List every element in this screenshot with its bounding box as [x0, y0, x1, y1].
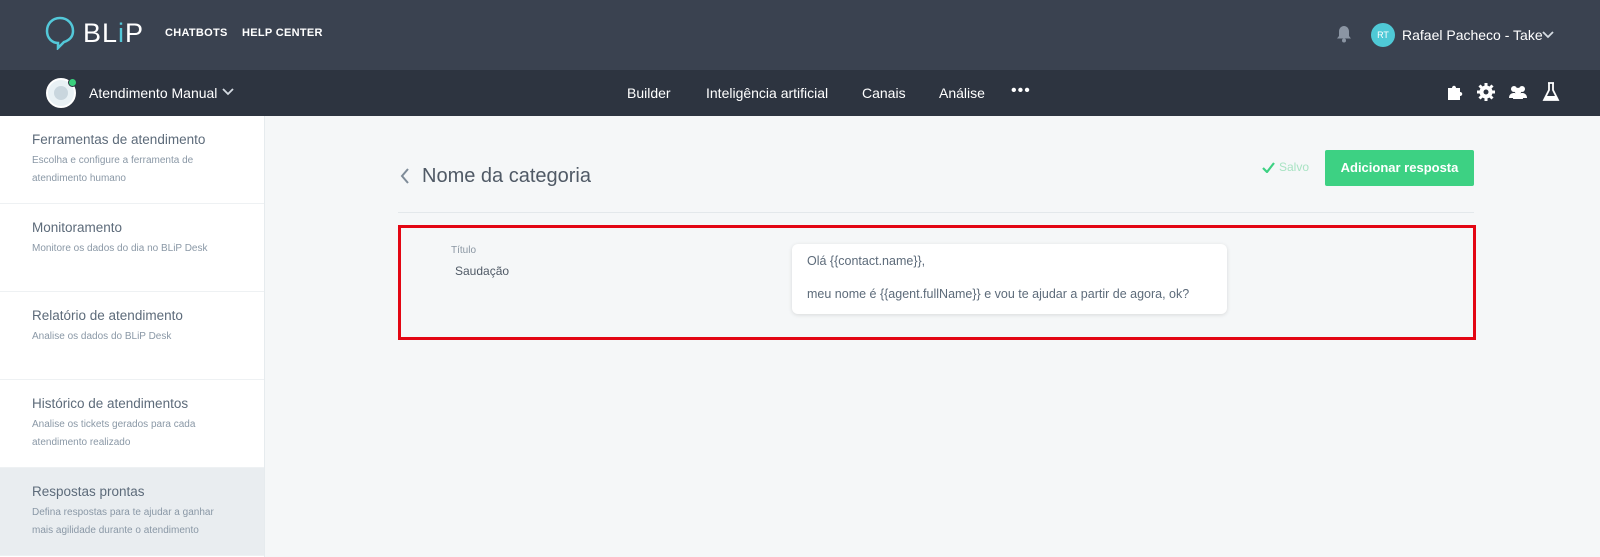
bot-name[interactable]: Atendimento Manual: [89, 85, 217, 101]
divider: [398, 212, 1474, 213]
sidebar-item-title: Respostas prontas: [32, 484, 145, 499]
sidebar-item-monitoramento[interactable]: Monitoramento Monitore os dados do dia n…: [0, 204, 264, 292]
saved-status: Salvo: [1262, 160, 1309, 174]
bell-icon[interactable]: [1336, 25, 1352, 43]
bot-nav-bar: Atendimento Manual Builder Inteligência …: [0, 70, 1600, 116]
nav-inteligencia-artificial[interactable]: Inteligência artificial: [706, 85, 828, 101]
title-field-label: Título: [451, 245, 477, 256]
nav-canais[interactable]: Canais: [862, 85, 906, 101]
sidebar-item-desc: Escolha e configure a ferramenta de aten…: [32, 155, 194, 184]
top-bar: BLiP CHATBOTS HELP CENTER RT Rafael Pach…: [0, 0, 1600, 70]
sidebar-item-desc: Analise os tickets gerados para cada ate…: [32, 419, 196, 448]
nav-builder[interactable]: Builder: [627, 85, 671, 101]
chevron-down-icon[interactable]: [1542, 31, 1554, 39]
sidebar-item-desc: Analise os dados do BLiP Desk: [32, 331, 172, 342]
blip-logo[interactable]: BLiP: [45, 16, 144, 50]
puzzle-icon[interactable]: [1444, 81, 1466, 103]
sidebar-item-title: Ferramentas de atendimento: [32, 132, 206, 147]
message-line-2: meu nome é {{agent.fullName}} e vou te a…: [807, 287, 1190, 301]
more-options-icon[interactable]: •••: [1011, 82, 1031, 100]
sidebar-item-title: Relatório de atendimento: [32, 308, 183, 323]
nav-analise[interactable]: Análise: [939, 85, 985, 101]
chatbots-link[interactable]: CHATBOTS: [165, 27, 228, 39]
page-title: Nome da categoria: [422, 165, 591, 187]
chevron-down-icon[interactable]: [222, 88, 234, 96]
help-center-link[interactable]: HELP CENTER: [242, 27, 323, 39]
user-avatar[interactable]: RT: [1371, 23, 1395, 47]
check-icon: [1262, 161, 1275, 173]
user-name[interactable]: Rafael Pacheco - Take: [1402, 27, 1543, 43]
add-response-button[interactable]: Adicionar resposta: [1325, 150, 1474, 186]
gear-icon[interactable]: [1475, 81, 1497, 103]
back-chevron-icon[interactable]: [400, 168, 410, 184]
sidebar-item-desc: Defina respostas para te ajudar a ganhar…: [32, 507, 214, 536]
message-card[interactable]: Olá {{contact.name}}, meu nome é {{agent…: [792, 244, 1227, 314]
sidebar-item-respostas-prontas[interactable]: Respostas prontas Defina respostas para …: [0, 468, 264, 556]
chat-bubble-logo-icon: [45, 16, 75, 50]
flask-icon[interactable]: [1540, 81, 1562, 103]
online-status-dot: [68, 78, 77, 87]
title-field-value[interactable]: Saudação: [455, 264, 509, 278]
logo-text: BLiP: [83, 17, 145, 48]
message-line-1: Olá {{contact.name}},: [807, 254, 926, 268]
saved-label: Salvo: [1279, 160, 1310, 174]
sidebar-item-historico[interactable]: Histórico de atendimentos Analise os tic…: [0, 380, 264, 468]
sidebar-item-title: Monitoramento: [32, 220, 123, 235]
sidebar-item-relatorio[interactable]: Relatório de atendimento Analise os dado…: [0, 292, 264, 380]
sidebar: Ferramentas de atendimento Escolha e con…: [0, 116, 265, 557]
team-icon[interactable]: [1507, 81, 1529, 103]
sidebar-item-ferramentas[interactable]: Ferramentas de atendimento Escolha e con…: [0, 116, 264, 204]
sidebar-item-desc: Monitore os dados do dia no BLiP Desk: [32, 243, 208, 254]
sidebar-item-title: Histórico de atendimentos: [32, 396, 189, 411]
